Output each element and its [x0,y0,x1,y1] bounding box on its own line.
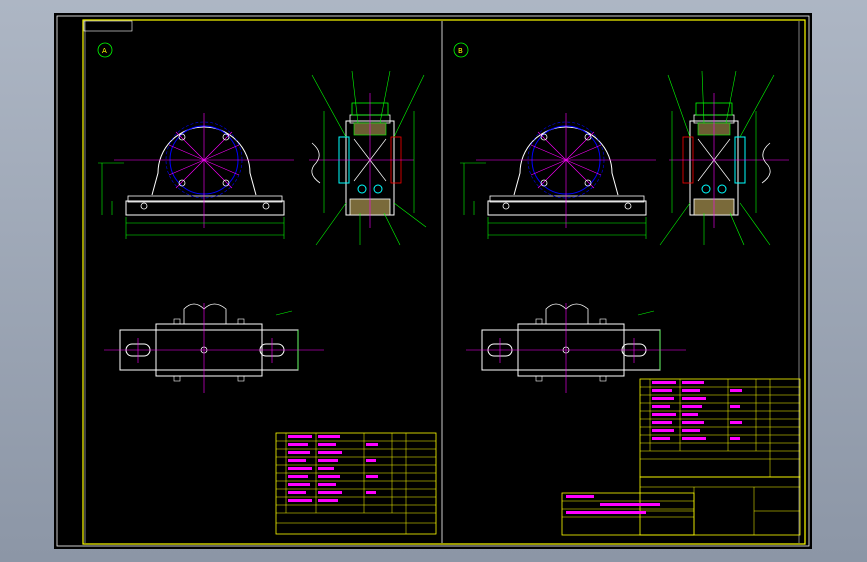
section-view-a [309,70,427,246]
view-b-label: B [458,47,463,55]
section-view-b [659,70,789,246]
front-view-a [98,113,294,239]
cad-drawing-canvas[interactable]: A B [54,13,812,549]
view-a: A [97,42,437,535]
top-view-b [466,303,686,393]
front-view-b [460,113,656,239]
view-b: B [453,42,801,536]
title-block [639,476,801,536]
parts-table-b [561,378,801,536]
cad-drawing-svg[interactable]: A B [54,13,812,549]
top-view-a [104,303,324,393]
view-a-label: A [102,47,107,55]
inner-frame [82,19,806,545]
parts-table-a [275,432,437,535]
outer-frame [56,15,810,547]
code-tag [83,20,133,32]
